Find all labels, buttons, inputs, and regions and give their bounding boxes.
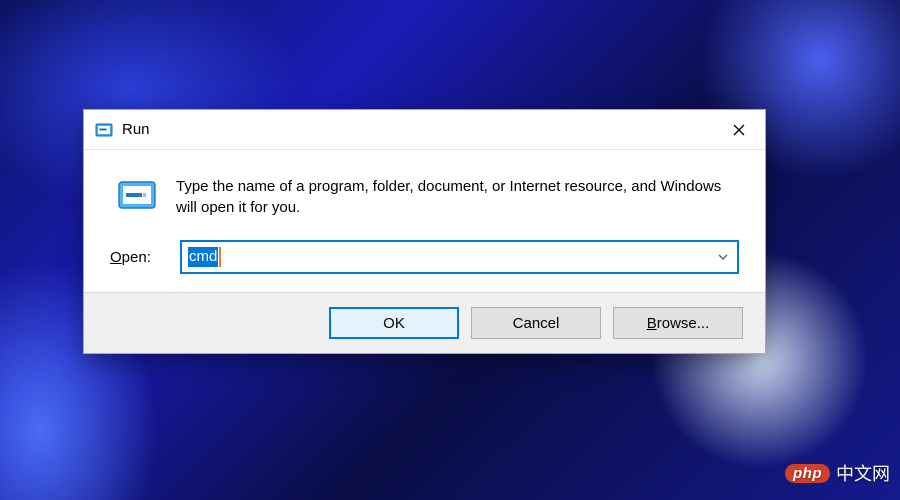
run-large-icon	[116, 174, 158, 216]
text-caret	[219, 247, 220, 267]
description-text: Type the name of a program, folder, docu…	[176, 174, 739, 218]
watermark-text: 中文网	[836, 460, 890, 486]
ok-button[interactable]: OK	[329, 307, 459, 339]
chevron-down-icon	[717, 251, 729, 263]
run-dialog: Run Type the name of a program, folder, …	[83, 109, 766, 354]
combobox-dropdown-button[interactable]	[709, 242, 737, 272]
close-button[interactable]	[715, 110, 763, 150]
button-bar: OK Cancel Browse...	[84, 292, 765, 353]
open-row: Open: cmd	[110, 240, 739, 274]
run-app-icon	[94, 120, 114, 140]
dialog-title: Run	[122, 121, 715, 138]
watermark: php 中文网	[785, 460, 890, 486]
dialog-content: Type the name of a program, folder, docu…	[84, 150, 765, 292]
open-input[interactable]: cmd	[182, 242, 709, 272]
cancel-button[interactable]: Cancel	[471, 307, 601, 339]
open-input-value: cmd	[188, 247, 218, 267]
titlebar: Run	[84, 110, 765, 150]
open-combobox[interactable]: cmd	[180, 240, 739, 274]
browse-button[interactable]: Browse...	[613, 307, 743, 339]
watermark-badge: php	[785, 464, 830, 483]
close-icon	[733, 124, 745, 136]
open-label: Open:	[110, 249, 166, 266]
description-row: Type the name of a program, folder, docu…	[110, 174, 739, 218]
